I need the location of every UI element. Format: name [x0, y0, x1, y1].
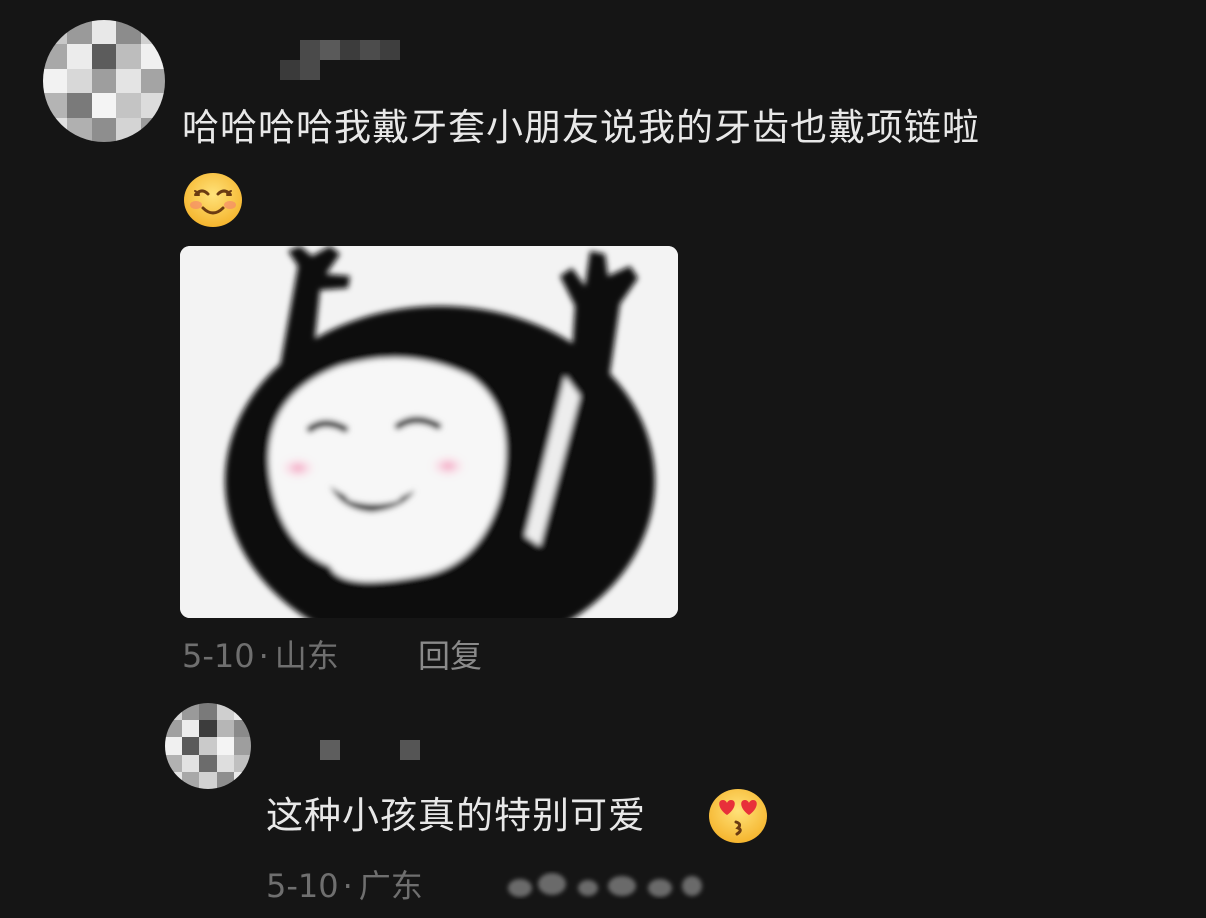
- reply-meta-separator: ·: [342, 867, 353, 905]
- commenter-name-redacted[interactable]: [280, 40, 400, 80]
- smiling-face-emoji-icon: [183, 172, 243, 228]
- reply-meta: 5-10 · 广东: [266, 866, 423, 906]
- comment-location: 山东: [274, 637, 339, 675]
- commenter-avatar[interactable]: [43, 20, 165, 142]
- meme-sticker-image[interactable]: [180, 246, 678, 618]
- heart-eyes-kiss-emoji-icon: [708, 788, 768, 844]
- redacted-action-icons: [500, 866, 710, 906]
- reply-date: 5-10: [266, 867, 339, 905]
- comment-thread: 哈哈哈哈我戴牙套小朋友说我的牙齿也戴项链啦 5-10 · 山东 回复 这种小孩真…: [0, 0, 1206, 918]
- reply-location: 广东: [358, 867, 423, 905]
- comment-meta-separator: ·: [258, 637, 269, 675]
- reply-button[interactable]: 回复: [418, 636, 482, 676]
- comment-date: 5-10: [182, 637, 255, 675]
- reply-text: 这种小孩真的特别可爱: [266, 794, 646, 837]
- comment-text: 哈哈哈哈我戴牙套小朋友说我的牙齿也戴项链啦: [182, 106, 980, 149]
- comment-meta: 5-10 · 山东: [182, 636, 339, 676]
- replier-avatar[interactable]: [165, 703, 251, 789]
- replier-name-redacted[interactable]: [320, 740, 420, 760]
